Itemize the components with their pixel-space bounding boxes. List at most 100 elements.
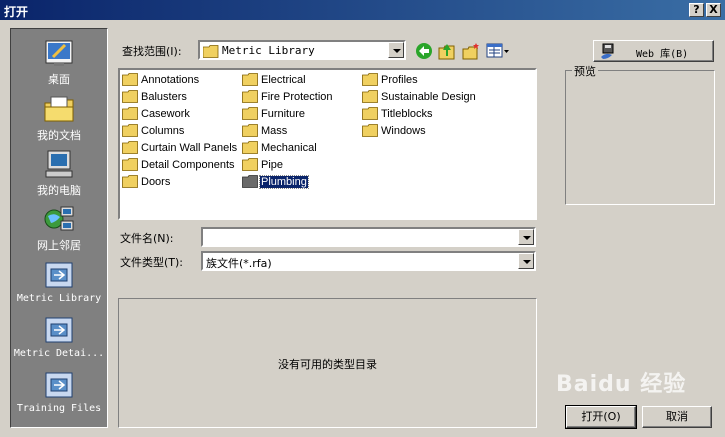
folder-item[interactable]: Sustainable Design [362, 90, 477, 106]
folder-icon [362, 73, 378, 86]
web-library-icon [601, 43, 614, 59]
place-desktop[interactable]: 桌面 [11, 37, 107, 87]
back-icon[interactable] [415, 42, 433, 60]
folder-name: Detail Components [141, 158, 235, 171]
chevron-down-icon[interactable] [388, 42, 404, 58]
folder-icon [122, 124, 138, 137]
place-label: Metric Library [16, 293, 102, 304]
folder-item[interactable]: Doors [122, 175, 171, 191]
place-label: 网上邻居 [37, 239, 81, 252]
place-my-documents[interactable]: 我的文档 [11, 93, 107, 143]
place-metric-detail[interactable]: Metric Detai... [11, 314, 107, 359]
folder-name: Windows [381, 124, 426, 137]
lookin-label: 查找范围(I): [122, 45, 182, 58]
place-label: Training Files [16, 403, 102, 414]
folder-item[interactable]: Casework [122, 107, 191, 123]
folder-name: Columns [141, 124, 185, 137]
chevron-down-icon[interactable] [518, 253, 534, 269]
folder-name: Electrical [261, 73, 306, 86]
folder-item[interactable]: Electrical [242, 73, 307, 89]
new-folder-icon[interactable] [462, 42, 480, 60]
folder-name: Annotations [141, 73, 200, 86]
place-label: 我的文档 [37, 129, 81, 142]
folder-icon [362, 90, 378, 103]
place-label: 桌面 [48, 73, 70, 86]
my-documents-icon [44, 96, 74, 122]
folder-name: Fire Protection [261, 90, 333, 103]
folder-item[interactable]: Windows [362, 124, 427, 140]
folder-icon [242, 158, 258, 171]
folder-icon [122, 90, 138, 103]
web-library-button[interactable]: Web 库(B) [593, 40, 714, 62]
my-computer-icon [45, 150, 73, 178]
folder-item[interactable]: Profiles [362, 73, 419, 89]
folder-item[interactable]: Columns [122, 124, 185, 140]
chevron-down-icon[interactable] [518, 229, 534, 245]
folder-shortcut-icon [45, 317, 73, 343]
preview-panel [565, 70, 715, 205]
folder-name: Pipe [261, 158, 284, 171]
folder-item[interactable]: Detail Components [122, 158, 236, 174]
views-menu-icon[interactable] [486, 42, 510, 60]
folder-name: Curtain Wall Panels [141, 141, 238, 154]
folder-item[interactable]: Pipe [242, 158, 284, 174]
folder-icon [122, 107, 138, 120]
folder-item[interactable]: Balusters [122, 90, 188, 106]
folder-item[interactable]: Mechanical [242, 141, 318, 157]
window-title: 打开 [4, 5, 29, 19]
folder-name: Furniture [261, 107, 306, 120]
folder-icon [242, 90, 258, 103]
folder-item[interactable]: Curtain Wall Panels [122, 141, 238, 157]
filename-input[interactable] [201, 227, 536, 247]
folder-icon [122, 73, 138, 86]
folder-item[interactable]: Fire Protection [242, 90, 334, 106]
folder-item-selected[interactable]: Plumbing [242, 174, 309, 191]
folder-icon [242, 107, 258, 120]
folder-icon [242, 124, 258, 137]
desktop-icon [45, 40, 73, 66]
folder-icon [242, 175, 258, 188]
folder-name: Balusters [141, 90, 187, 103]
open-button[interactable]: 打开(O) [565, 405, 637, 429]
up-folder-icon[interactable] [438, 42, 456, 60]
folder-icon [242, 73, 258, 86]
folder-name: Sustainable Design [381, 90, 476, 103]
folder-name: Mechanical [261, 141, 317, 154]
place-metric-library[interactable]: Metric Library [11, 259, 107, 304]
folder-item[interactable]: Mass [242, 124, 288, 140]
lookin-combo[interactable]: Metric Library [198, 40, 406, 60]
folder-icon [122, 141, 138, 154]
folder-item[interactable]: Titleblocks [362, 107, 434, 123]
filename-label: 文件名(N): [120, 232, 174, 245]
places-bar: 桌面 我的文档 我的电脑 网上邻居 Metric Library Metric … [10, 28, 108, 428]
cancel-button[interactable]: 取消 [642, 406, 712, 428]
network-icon [44, 206, 74, 231]
folder-name: Titleblocks [381, 107, 433, 120]
place-training-files[interactable]: Training Files [11, 369, 107, 414]
catalog-message: 没有可用的类型目录 [278, 358, 377, 371]
folder-name: Plumbing [259, 174, 309, 189]
help-button[interactable]: ? [689, 3, 704, 17]
place-my-computer[interactable]: 我的电脑 [11, 148, 107, 198]
preview-label: 预览 [572, 63, 598, 79]
folder-name: Casework [141, 107, 190, 120]
place-label: 我的电脑 [37, 184, 81, 197]
folder-icon [362, 124, 378, 137]
folder-icon [242, 141, 258, 154]
place-network[interactable]: 网上邻居 [11, 203, 107, 253]
filetype-select[interactable]: 族文件(*.rfa) [201, 251, 536, 271]
folder-shortcut-icon [45, 372, 73, 398]
folder-item[interactable]: Annotations [122, 73, 200, 89]
watermark: Baidu 经验 [556, 372, 687, 397]
file-list[interactable]: Annotations Balusters Casework Columns C… [118, 68, 537, 220]
close-button[interactable]: X [706, 3, 721, 17]
folder-icon [203, 45, 219, 58]
folder-name: Doors [141, 175, 171, 188]
place-label: Metric Detai... [13, 348, 105, 359]
web-library-label: Web 库(B) [636, 49, 689, 60]
filetype-value: 族文件(*.rfa) [206, 257, 272, 270]
title-bar: 打开 ? X [0, 0, 725, 20]
folder-name: Mass [261, 124, 288, 137]
filetype-label: 文件类型(T): [120, 256, 184, 269]
folder-item[interactable]: Furniture [242, 107, 306, 123]
